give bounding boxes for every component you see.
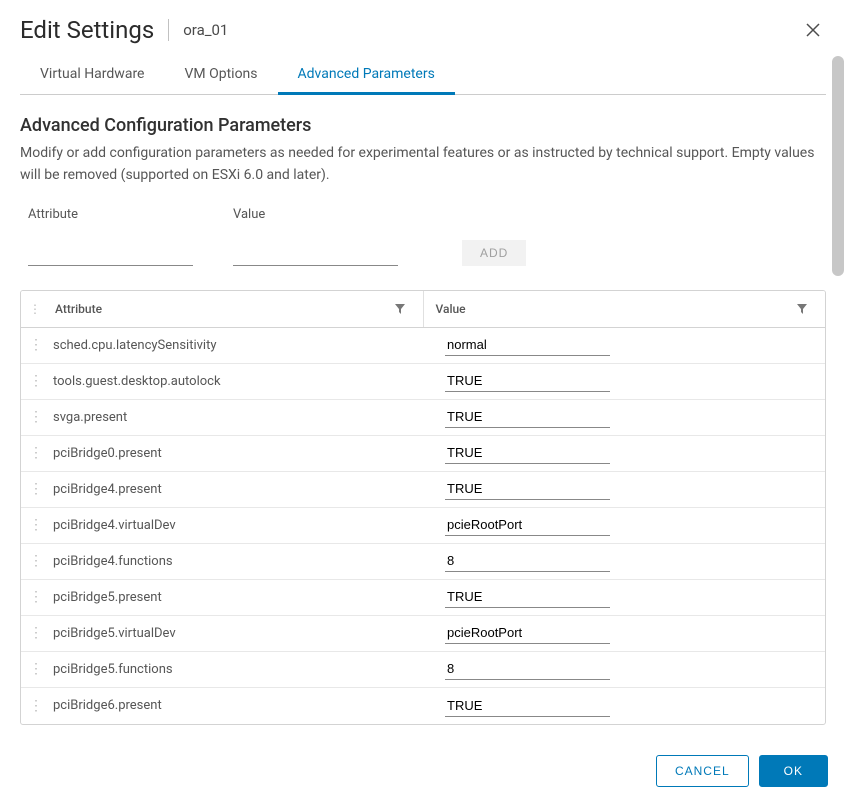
param-value-cell: [433, 654, 825, 684]
param-value-input[interactable]: [445, 550, 610, 572]
page-title: Edit Settings: [20, 16, 154, 44]
param-value-cell: [433, 691, 825, 721]
section-description: Modify or add configuration parameters a…: [20, 142, 826, 187]
param-attribute: svga.present: [41, 402, 433, 433]
table-row: ⋮sched.cpu.latencySensitivity: [21, 328, 825, 364]
drag-handle-icon[interactable]: ⋮: [21, 374, 41, 388]
param-value-cell: [433, 474, 825, 504]
value-input[interactable]: [233, 244, 398, 266]
table-row: ⋮pciBridge4.functions: [21, 544, 825, 580]
param-value-input[interactable]: [445, 370, 610, 392]
drag-handle-icon[interactable]: ⋮: [21, 482, 41, 496]
param-value-cell: [433, 618, 825, 648]
cancel-button[interactable]: CANCEL: [656, 755, 749, 787]
drag-handle-icon[interactable]: ⋮: [21, 518, 41, 532]
table-row: ⋮pciBridge4.virtualDev: [21, 508, 825, 544]
section-title: Advanced Configuration Parameters: [20, 115, 826, 136]
param-value-input[interactable]: [445, 695, 610, 717]
param-value-cell: [433, 330, 825, 360]
param-value-cell: [433, 546, 825, 576]
drag-handle-icon[interactable]: ⋮: [21, 338, 41, 352]
scrollbar[interactable]: [832, 56, 844, 276]
drag-handle-icon[interactable]: ⋮: [21, 662, 41, 676]
filter-icon[interactable]: [395, 304, 413, 314]
param-attribute: pciBridge0.present: [41, 438, 433, 469]
param-attribute: pciBridge6.present: [41, 690, 433, 721]
close-button[interactable]: [800, 17, 826, 43]
table-row: ⋮pciBridge6.present: [21, 688, 825, 724]
param-value-input[interactable]: [445, 514, 610, 536]
param-value-input[interactable]: [445, 334, 610, 356]
drag-handle-icon[interactable]: ⋮: [21, 590, 41, 604]
param-value-cell: [433, 582, 825, 612]
drag-handle-icon[interactable]: ⋮: [21, 554, 41, 568]
param-attribute: pciBridge4.virtualDev: [41, 510, 433, 541]
param-value-cell: [433, 402, 825, 432]
tab-vm-options[interactable]: VM Options: [164, 56, 277, 95]
param-attribute: pciBridge4.functions: [41, 546, 433, 577]
param-attribute: pciBridge4.present: [41, 474, 433, 505]
param-attribute: pciBridge5.virtualDev: [41, 618, 433, 649]
param-value-input[interactable]: [445, 478, 610, 500]
param-value-cell: [433, 438, 825, 468]
column-header-attribute[interactable]: Attribute: [55, 302, 395, 316]
drag-handle-icon[interactable]: ⋮: [21, 626, 41, 640]
close-icon: [804, 21, 822, 39]
value-field-label: Value: [233, 207, 398, 222]
filter-icon[interactable]: [797, 304, 815, 314]
param-attribute: tools.guest.desktop.autolock: [41, 366, 433, 397]
table-row: ⋮pciBridge5.functions: [21, 652, 825, 688]
param-attribute: sched.cpu.latencySensitivity: [41, 330, 433, 361]
params-table: ⋮ Attribute Value ⋮sched.cpu.latencySens…: [20, 290, 826, 725]
drag-handle-icon[interactable]: ⋮: [21, 699, 41, 713]
table-row: ⋮pciBridge5.present: [21, 580, 825, 616]
table-row: ⋮pciBridge0.present: [21, 436, 825, 472]
param-value-cell: [433, 510, 825, 540]
tabs: Virtual Hardware VM Options Advanced Par…: [20, 56, 826, 95]
param-value-input[interactable]: [445, 406, 610, 428]
title-divider: [168, 19, 169, 41]
attribute-input[interactable]: [28, 244, 193, 266]
tab-advanced-parameters[interactable]: Advanced Parameters: [278, 56, 455, 95]
table-row: ⋮pciBridge4.present: [21, 472, 825, 508]
param-value-input[interactable]: [445, 442, 610, 464]
param-value-input[interactable]: [445, 622, 610, 644]
ok-button[interactable]: OK: [759, 755, 828, 787]
column-header-value[interactable]: Value: [436, 302, 798, 316]
table-row: ⋮tools.guest.desktop.autolock: [21, 364, 825, 400]
drag-handle-icon[interactable]: ⋮: [21, 446, 41, 460]
param-attribute: pciBridge5.present: [41, 582, 433, 613]
drag-handle-icon[interactable]: ⋮: [21, 410, 41, 424]
param-value-input[interactable]: [445, 586, 610, 608]
attribute-field-label: Attribute: [28, 207, 193, 222]
vm-name: ora_01: [183, 21, 228, 39]
add-button[interactable]: ADD: [462, 240, 526, 266]
param-attribute: pciBridge5.functions: [41, 654, 433, 685]
table-row: ⋮svga.present: [21, 400, 825, 436]
param-value-cell: [433, 366, 825, 396]
tab-virtual-hardware[interactable]: Virtual Hardware: [20, 56, 164, 95]
param-value-input[interactable]: [445, 658, 610, 680]
table-row: ⋮pciBridge5.virtualDev: [21, 616, 825, 652]
drag-handle-header: ⋮: [29, 302, 41, 316]
